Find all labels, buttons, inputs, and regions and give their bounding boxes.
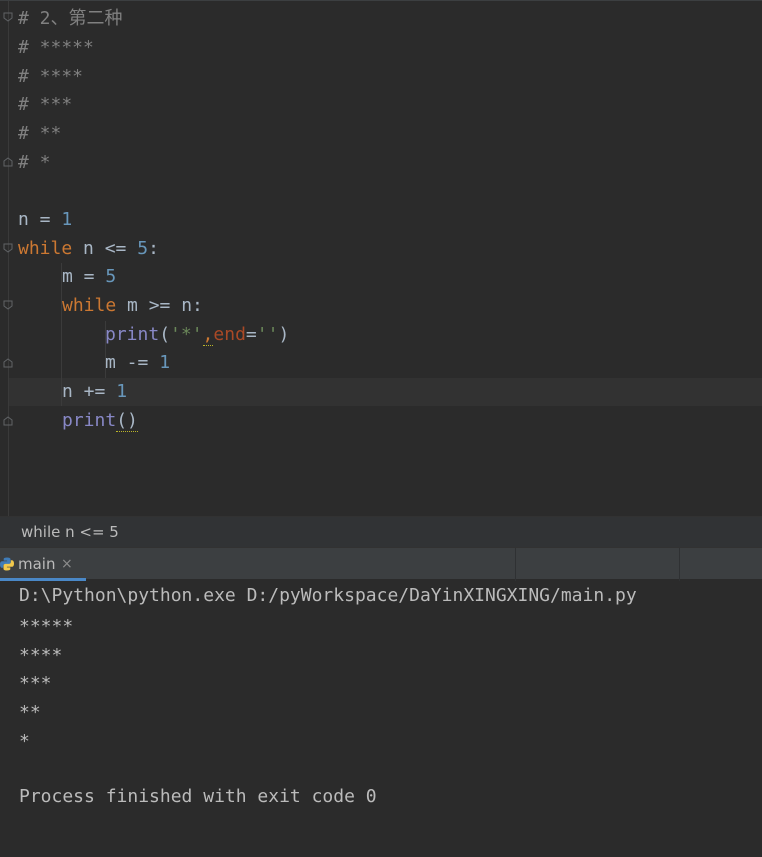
code-keyword: while <box>18 238 73 259</box>
code-number: 1 <box>159 352 171 373</box>
code-line-while-inner: while m >= n: <box>62 292 203 320</box>
code-token: = <box>28 209 62 230</box>
code-token: ( <box>159 324 171 345</box>
code-token: () <box>116 410 138 432</box>
run-tab-bar: main × <box>0 547 762 581</box>
code-line-m-dec: m -= 1 <box>105 349 170 377</box>
console-exit-message: Process finished with exit code 0 <box>19 786 377 807</box>
code-line-m-assign: m = 5 <box>62 263 116 291</box>
code-number: 5 <box>105 266 117 287</box>
code-string: '' <box>256 324 279 345</box>
fold-marker-icon[interactable] <box>2 156 14 168</box>
code-number: 1 <box>116 381 128 402</box>
console-output-line: **** <box>19 645 63 666</box>
code-builtin: print <box>105 324 160 345</box>
code-token: = <box>245 324 257 345</box>
code-comment-line: # **** <box>18 66 84 87</box>
code-number: 5 <box>137 238 149 259</box>
code-comma: , <box>202 324 214 346</box>
console-output-line: *** <box>19 673 52 694</box>
console-output-line: ** <box>19 702 41 723</box>
tab-divider <box>515 548 516 581</box>
python-icon <box>0 557 14 571</box>
code-token: n <= <box>72 238 138 259</box>
code-line-print-star: print('*',end='') <box>105 321 289 349</box>
close-icon[interactable]: × <box>61 548 73 580</box>
fold-marker-icon[interactable] <box>2 357 14 369</box>
run-console[interactable]: D:\Python\python.exe D:/pyWorkspace/DaYi… <box>0 581 762 857</box>
code-token: n <box>18 209 29 230</box>
code-line-n-inc: n += 1 <box>62 378 127 406</box>
console-command-line: D:\Python\python.exe D:/pyWorkspace/DaYi… <box>19 585 637 606</box>
code-comment-line: # ***** <box>18 37 94 58</box>
tab-main[interactable]: main × <box>0 548 86 581</box>
gutter-divider <box>8 1 9 517</box>
code-token: m = <box>62 266 106 287</box>
console-output-line: ***** <box>19 616 74 637</box>
code-builtin: print <box>62 410 117 431</box>
tab-divider <box>679 548 680 581</box>
code-line-print-newline: print() <box>62 407 138 435</box>
code-comment-line: # *** <box>18 94 73 115</box>
fold-marker-icon[interactable] <box>2 415 14 427</box>
code-token: : <box>148 238 159 259</box>
fold-marker-icon[interactable] <box>2 242 14 254</box>
console-output-line: * <box>19 731 30 752</box>
fold-marker-icon[interactable] <box>2 299 14 311</box>
code-string: '*' <box>170 324 203 345</box>
code-editor[interactable]: # 2、第二种 # ***** # **** # *** # ** # * n … <box>0 0 762 517</box>
code-number: 1 <box>61 209 73 230</box>
breadcrumb[interactable]: while n <= 5 <box>0 516 762 547</box>
code-line-while-outer: while n <= 5: <box>18 235 159 263</box>
fold-marker-icon[interactable] <box>2 11 14 23</box>
code-kwarg: end <box>213 324 246 345</box>
tab-label: main <box>18 555 56 573</box>
code-line-n-assign: n = 1 <box>18 206 72 234</box>
code-token: n += <box>62 381 117 402</box>
breadcrumb-item[interactable]: while n <= 5 <box>21 517 119 548</box>
code-comment-line: # * <box>18 152 51 173</box>
code-comment-line: # 2、第二种 <box>18 8 123 29</box>
code-keyword: while <box>62 295 117 316</box>
code-token: m -= <box>105 352 160 373</box>
code-comment-line: # ** <box>18 123 62 144</box>
code-token: m >= n: <box>116 295 203 316</box>
code-token: ) <box>278 324 290 345</box>
